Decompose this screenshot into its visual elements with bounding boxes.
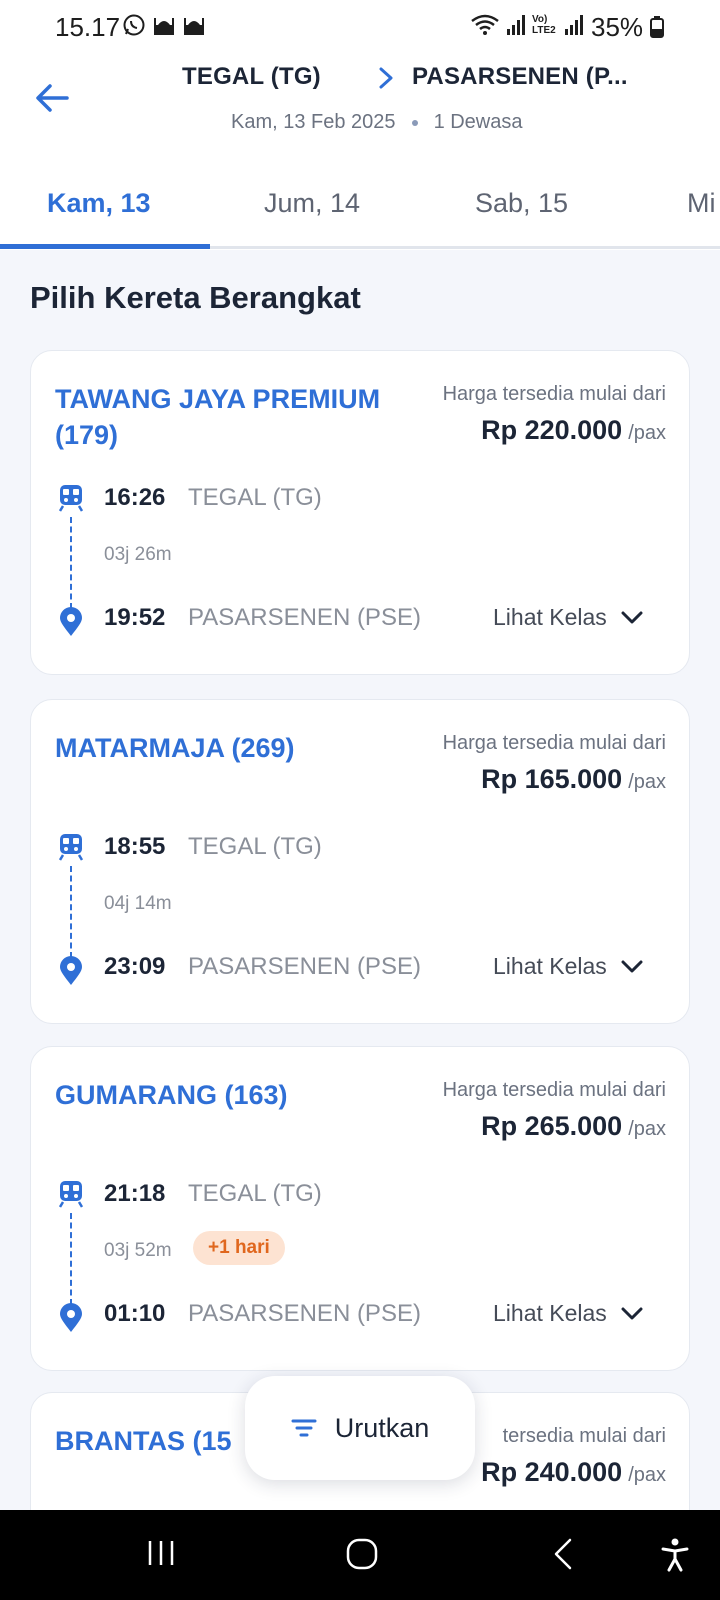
system-icons: Vo) LTE2 — [470, 13, 584, 37]
price-unit: /pax — [628, 422, 666, 444]
route-destination: PASARSENEN (P... — [412, 63, 628, 90]
home-icon[interactable] — [346, 1538, 378, 1570]
price-unit: /pax — [628, 1118, 666, 1140]
arrival-time: 01:10 — [104, 1300, 166, 1327]
tab-date-15[interactable]: Sab, 15 — [475, 188, 568, 219]
active-tab-indicator — [0, 244, 210, 249]
train-name: TAWANG JAYA PREMIUM (179) — [55, 384, 381, 450]
trip-details: Kam, 13 Feb 2025 1 Dewasa — [231, 111, 523, 134]
wifi-icon — [471, 14, 499, 35]
departure-station: TEGAL (TG) — [188, 484, 322, 511]
view-class-button[interactable]: Lihat Kelas — [493, 604, 643, 631]
departure-station: TEGAL (TG) — [188, 1180, 322, 1207]
price: Rp 220.000/pax — [481, 415, 666, 446]
departure-time: 16:26 — [104, 484, 166, 511]
view-class-button[interactable]: Lihat Kelas — [493, 1300, 643, 1327]
tab-date-16[interactable]: Mi — [687, 188, 716, 219]
battery-icon — [650, 16, 664, 38]
view-class-button[interactable]: Lihat Kelas — [493, 953, 643, 980]
arrival-station: PASARSENEN (PSE) — [188, 604, 421, 631]
price: Rp 165.000/pax — [481, 764, 666, 795]
train-icon — [59, 485, 83, 512]
departure-time: 18:55 — [104, 833, 166, 860]
notification-icons — [122, 13, 206, 37]
price-label: Harga tersedia mulai dari — [442, 1079, 666, 1101]
price-amount: Rp 165.000 — [481, 764, 623, 794]
passenger-count: 1 Dewasa — [433, 111, 523, 133]
signal-icon — [565, 15, 583, 35]
price-amount: Rp 220.000 — [481, 415, 623, 445]
tab-date-14[interactable]: Jum, 14 — [264, 188, 360, 219]
sort-button-label: Urutkan — [334, 1412, 430, 1443]
arrival-station: PASARSENEN (PSE) — [188, 1300, 421, 1327]
section-title: Pilih Kereta Berangkat — [30, 280, 361, 315]
train-name: GUMARANG (163) — [55, 1080, 288, 1110]
accessibility-icon[interactable] — [660, 1538, 690, 1572]
network-label: Vo) LTE2 — [532, 14, 556, 36]
view-class-label: Lihat Kelas — [493, 604, 607, 630]
arrow-left-icon — [36, 84, 69, 112]
trip-duration: 03j 52m — [104, 1240, 172, 1261]
price-label: Harga tersedia mulai dari — [442, 732, 666, 754]
location-pin-icon — [60, 1303, 82, 1332]
route-line — [70, 517, 72, 609]
back-icon[interactable] — [552, 1538, 574, 1570]
train-icon — [59, 1181, 83, 1208]
train-card[interactable]: MATARMAJA (269) Harga tersedia mulai dar… — [30, 699, 690, 1024]
whatsapp-icon — [123, 14, 145, 36]
status-time: 15.17 — [55, 12, 121, 42]
arrival-time: 19:52 — [104, 604, 166, 631]
price: Rp 265.000/pax — [481, 1111, 666, 1142]
price: Rp 240.000/pax — [481, 1457, 666, 1488]
price-amount: Rp 265.000 — [481, 1111, 623, 1141]
route-origin: TEGAL (TG) — [182, 63, 321, 90]
battery-percent: 35% — [591, 12, 644, 42]
trip-duration: 03j 26m — [104, 544, 172, 565]
price-label: Harga tersedia mulai dari — [442, 383, 666, 405]
chevron-right-icon — [379, 67, 393, 89]
departure-time: 21:18 — [104, 1180, 166, 1207]
status-bar: 15.17 Vo) LTE2 35% — [0, 0, 720, 52]
price-unit: /pax — [628, 771, 666, 793]
trip-duration: 04j 14m — [104, 893, 172, 914]
top-header-area: 15.17 Vo) LTE2 35% TEGAL (TG) PASARSENEN… — [0, 0, 720, 250]
chevron-down-icon — [621, 960, 643, 972]
chevron-down-icon — [621, 611, 643, 623]
price-label: tersedia mulai dari — [502, 1425, 666, 1447]
price-unit: /pax — [628, 1464, 666, 1486]
system-nav-bar — [0, 1510, 720, 1600]
train-name: MATARMAJA (269) — [55, 733, 295, 763]
view-class-label: Lihat Kelas — [493, 953, 607, 979]
separator-dot — [411, 119, 418, 126]
chevron-down-icon — [621, 1307, 643, 1319]
arrival-time: 23:09 — [104, 953, 166, 980]
filter-icon — [291, 1419, 317, 1437]
price-amount: Rp 240.000 — [481, 1457, 623, 1487]
arrival-station: PASARSENEN (PSE) — [188, 953, 421, 980]
train-icon — [59, 834, 83, 861]
location-pin-icon — [60, 956, 82, 985]
trip-date: Kam, 13 Feb 2025 — [231, 111, 396, 133]
location-pin-icon — [60, 607, 82, 636]
train-card[interactable]: TAWANG JAYA PREMIUM (179) Harga tersedia… — [30, 350, 690, 675]
sort-button[interactable]: Urutkan — [245, 1376, 475, 1480]
next-day-badge: +1 hari — [193, 1231, 285, 1265]
departure-station: TEGAL (TG) — [188, 833, 322, 860]
date-tabs: Kam, 13 Jum, 14 Sab, 15 Mi — [0, 170, 720, 250]
train-card[interactable]: GUMARANG (163) Harga tersedia mulai dari… — [30, 1046, 690, 1371]
tab-date-13[interactable]: Kam, 13 — [47, 188, 151, 219]
route-line — [70, 866, 72, 958]
view-class-label: Lihat Kelas — [493, 1300, 607, 1326]
signal-icon — [507, 15, 525, 35]
route-line — [70, 1213, 72, 1305]
mosque-icon — [184, 18, 204, 35]
recent-apps-icon[interactable] — [146, 1538, 176, 1568]
back-button[interactable] — [30, 76, 74, 120]
mosque-icon — [154, 18, 174, 35]
